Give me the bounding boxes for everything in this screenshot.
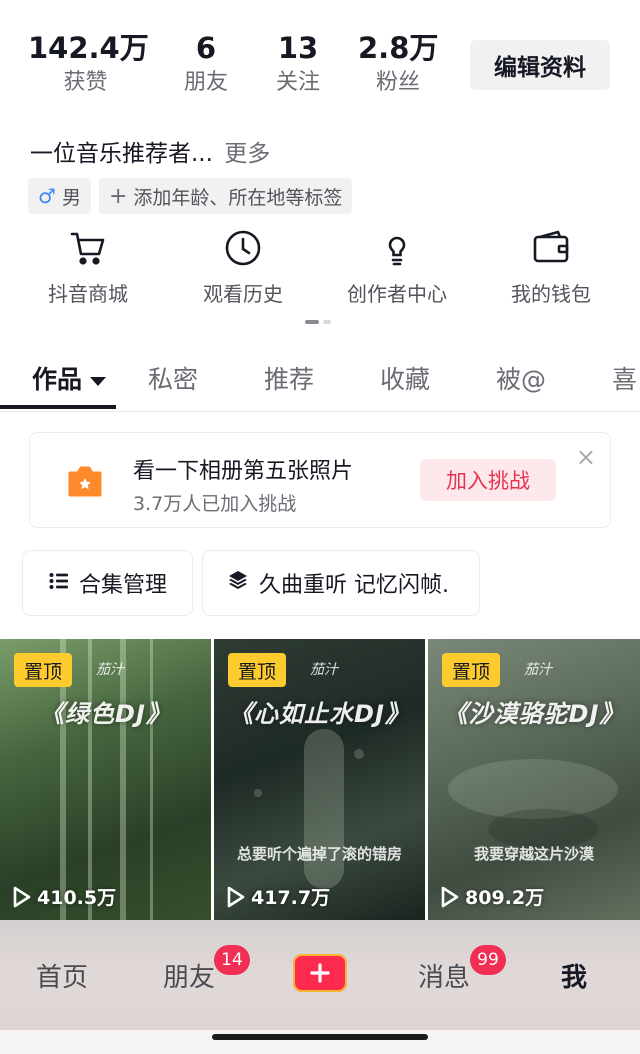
video-brand: 茄汁 [96, 662, 124, 678]
video-brand: 茄汁 [524, 662, 552, 678]
lightbulb-icon [377, 228, 417, 268]
tools-page-indicator [305, 320, 331, 324]
friends-badge: 14 [214, 945, 250, 975]
gender-label: 男 [61, 186, 81, 209]
layers-icon [227, 569, 249, 597]
tool-wallet[interactable]: 我的钱包 [476, 228, 626, 307]
video-thumbnail[interactable]: 置顶 茄汁 《绿色DJ》 410.5万 [0, 639, 211, 920]
bio: 一位音乐推荐者... 更多 [30, 134, 270, 168]
stat-likes[interactable]: 142.4万 获赞 [28, 30, 149, 98]
play-count-value: 809.2万 [465, 887, 545, 909]
tab-favorites[interactable]: 收藏 [380, 360, 430, 396]
play-count: 417.7万 [226, 883, 330, 910]
play-icon [441, 886, 459, 907]
play-icon [227, 886, 245, 907]
add-tags-button[interactable]: + 添加年龄、所在地等标签 [98, 178, 353, 214]
join-challenge-button[interactable]: 加入挑战 [420, 459, 556, 501]
nav-messages[interactable]: 消息 [418, 957, 470, 994]
video-grid: 置顶 茄汁 《绿色DJ》 410.5万 置顶 茄汁 《心如止水DJ》 总要听个遍… [0, 639, 640, 920]
edit-profile-button[interactable]: 编辑资料 [470, 40, 610, 90]
friends-label: 朋友 [183, 70, 228, 95]
tool-history[interactable]: 观看历史 [168, 228, 318, 307]
caret-down-icon [90, 376, 107, 386]
challenge-title: 看一下相册第五张照片 [133, 459, 354, 484]
gender-tag[interactable]: ♂ 男 [28, 178, 91, 214]
collection-chip-label: 久曲重听 记忆闪帧. [259, 573, 449, 598]
tool-shop-label: 抖音商城 [48, 282, 128, 306]
create-post-button[interactable] [293, 954, 347, 992]
stat-followers[interactable]: 2.8万 粉丝 [358, 30, 438, 98]
page-dot [323, 320, 331, 324]
tool-history-label: 观看历史 [203, 282, 283, 306]
tab-likes[interactable]: 喜 [612, 360, 637, 396]
tool-wallet-label: 我的钱包 [511, 282, 591, 306]
male-icon: ♂ [38, 184, 56, 208]
home-indicator[interactable] [212, 1034, 428, 1040]
pinned-badge: 置顶 [14, 653, 72, 687]
following-count: 13 [277, 31, 319, 65]
play-count: 410.5万 [12, 883, 116, 910]
messages-badge: 99 [470, 945, 506, 975]
video-thumbnail[interactable]: 置顶 茄汁 《沙漠骆驼DJ》 我要穿越这片沙漠 809.2万 [428, 639, 640, 920]
tab-private[interactable]: 私密 [148, 360, 198, 396]
nav-home[interactable]: 首页 [36, 957, 88, 994]
list-icon [49, 571, 69, 596]
collection-manage-label: 合集管理 [79, 573, 168, 598]
followers-count: 2.8万 [358, 31, 439, 65]
tool-creator-center[interactable]: 创作者中心 [322, 228, 472, 307]
likes-count: 142.4万 [28, 31, 149, 65]
page-dot-active [305, 320, 319, 324]
video-brand: 茄汁 [310, 662, 338, 678]
video-subtitle: 我要穿越这片沙漠 [473, 845, 594, 863]
cart-icon [68, 228, 108, 268]
likes-label: 获赞 [63, 70, 108, 95]
video-thumbnail[interactable]: 置顶 茄汁 《心如止水DJ》 总要听个遍掉了滚的错房 417.7万 [214, 639, 425, 920]
wallet-icon [531, 228, 571, 268]
friends-count: 6 [195, 31, 217, 65]
nav-me[interactable]: 我 [561, 957, 587, 994]
following-label: 关注 [275, 70, 320, 95]
quick-tools: 抖音商城 观看历史 创作者中心 我的钱包 [0, 228, 640, 318]
play-count: 809.2万 [440, 883, 544, 910]
clock-icon [223, 228, 263, 268]
bio-text: 一位音乐推荐者... [30, 141, 213, 167]
play-count-value: 417.7万 [251, 887, 331, 909]
close-icon[interactable]: × [576, 443, 596, 471]
add-tags-label: 添加年龄、所在地等标签 [133, 186, 343, 209]
collection-chip[interactable]: 久曲重听 记忆闪帧. [202, 550, 480, 616]
bottom-nav: 首页 朋友 14 消息 99 我 [0, 920, 640, 1030]
video-subtitle: 总要听个遍掉了滚的错房 [236, 845, 402, 863]
profile-tags: ♂ 男 + 添加年龄、所在地等标签 [28, 178, 353, 214]
tab-recommend[interactable]: 推荐 [264, 360, 314, 396]
tool-shop[interactable]: 抖音商城 [13, 228, 163, 307]
tool-creator-center-label: 创作者中心 [347, 282, 447, 306]
challenge-icon [66, 463, 104, 499]
tab-works[interactable]: 作品 [32, 360, 107, 396]
stat-following[interactable]: 13 关注 [268, 30, 328, 98]
bio-more-link[interactable]: 更多 [224, 141, 270, 167]
active-tab-indicator [0, 405, 116, 409]
play-count-value: 410.5万 [37, 887, 117, 909]
plus-icon: + [108, 183, 128, 209]
challenge-participants: 3.7万人已加入挑战 [133, 493, 297, 515]
tab-mentions[interactable]: 被@ [496, 360, 546, 396]
pinned-badge: 置顶 [442, 653, 500, 687]
plus-icon [310, 963, 330, 983]
video-title: 《沙漠骆驼DJ》 [443, 700, 625, 728]
collection-manage-button[interactable]: 合集管理 [22, 550, 193, 616]
nav-friends[interactable]: 朋友 [163, 957, 215, 994]
stat-friends[interactable]: 6 朋友 [176, 30, 236, 98]
video-title: 《绿色DJ》 [40, 700, 171, 728]
content-tabs: 作品 私密 推荐 收藏 被@ 喜 [0, 352, 640, 412]
video-title: 《心如止水DJ》 [229, 700, 410, 728]
pinned-badge: 置顶 [228, 653, 286, 687]
play-icon [13, 886, 31, 907]
challenge-card[interactable]: 看一下相册第五张照片 3.7万人已加入挑战 加入挑战 × [29, 432, 611, 528]
followers-label: 粉丝 [375, 70, 420, 95]
tab-works-label: 作品 [32, 365, 83, 394]
